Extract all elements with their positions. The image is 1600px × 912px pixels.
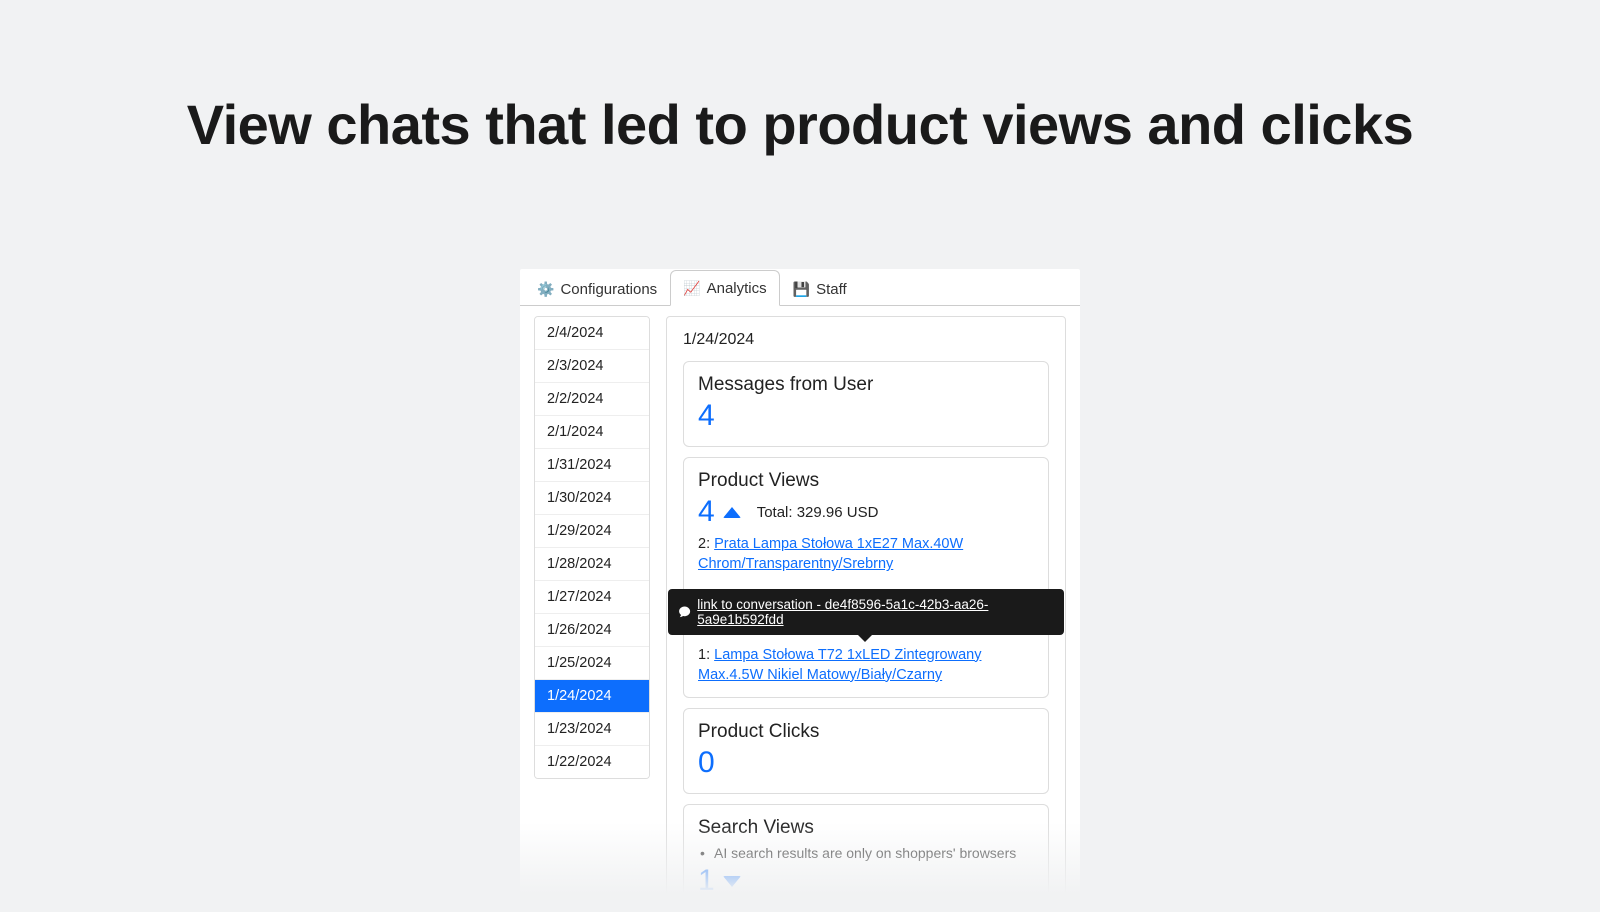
- page-heading: View chats that led to product views and…: [0, 0, 1600, 157]
- date-list: 2/4/20242/3/20242/2/20242/1/20241/31/202…: [534, 316, 650, 779]
- date-item[interactable]: 1/28/2024: [535, 548, 649, 581]
- card-search-views: Search Views AI search results are only …: [683, 804, 1049, 911]
- product-row: 2: Prata Lampa Stołowa 1xE27 Max.40W Chr…: [698, 534, 1034, 575]
- date-item[interactable]: 2/4/2024: [535, 317, 649, 350]
- tab-configurations[interactable]: ⚙️ Configurations: [524, 270, 670, 306]
- date-item[interactable]: 1/30/2024: [535, 482, 649, 515]
- date-item[interactable]: 1/23/2024: [535, 713, 649, 746]
- tab-staff[interactable]: 💾 Staff: [780, 270, 860, 306]
- messages-value: 4: [698, 398, 1034, 434]
- card-messages: Messages from User 4: [683, 361, 1049, 447]
- card-title: Product Clicks: [698, 721, 1034, 743]
- product-row: 1: Lampa Stołowa T72 1xLED Zintegrowany …: [698, 645, 1034, 686]
- date-item[interactable]: 1/27/2024: [535, 581, 649, 614]
- date-item[interactable]: 1/26/2024: [535, 614, 649, 647]
- date-item[interactable]: 2/3/2024: [535, 350, 649, 383]
- gear-icon: ⚙️: [537, 281, 554, 298]
- card-product-clicks: Product Clicks 0: [683, 708, 1049, 794]
- caret-down-icon[interactable]: [723, 876, 741, 887]
- analytics-app: ⚙️ Configurations 📈 Analytics 💾 Staff 2/…: [520, 269, 1080, 912]
- product-count: 1:: [698, 647, 714, 663]
- date-item[interactable]: 1/22/2024: [535, 746, 649, 778]
- date-item[interactable]: 1/31/2024: [535, 449, 649, 482]
- product-clicks-value: 0: [698, 745, 1034, 781]
- search-note: AI search results are only on shoppers' …: [714, 845, 1034, 861]
- product-link[interactable]: Lampa Stołowa T72 1xLED Zintegrowany Max…: [698, 647, 981, 683]
- detail-panel: 1/24/2024 Messages from User 4 Product V…: [666, 316, 1066, 912]
- tooltip-container: link to conversation - de4f8596-5a1c-42b…: [698, 589, 1034, 635]
- date-item[interactable]: 1/29/2024: [535, 515, 649, 548]
- chart-icon: 📈: [683, 280, 700, 297]
- product-link[interactable]: Prata Lampa Stołowa 1xE27 Max.40W Chrom/…: [698, 536, 963, 572]
- detail-date: 1/24/2024: [683, 331, 1049, 349]
- product-views-value: 4: [698, 494, 715, 530]
- card-title: Search Views: [698, 817, 1034, 839]
- product-views-total: Total: 329.96 USD: [757, 504, 879, 521]
- disk-icon: 💾: [793, 281, 810, 298]
- tooltip-text: link to conversation - de4f8596-5a1c-42b…: [697, 597, 1054, 627]
- card-title: Messages from User: [698, 374, 1034, 396]
- tab-bar: ⚙️ Configurations 📈 Analytics 💾 Staff: [520, 269, 1080, 306]
- date-item[interactable]: 2/1/2024: [535, 416, 649, 449]
- product-count: 2:: [698, 536, 714, 552]
- date-item[interactable]: 1/25/2024: [535, 647, 649, 680]
- date-item[interactable]: 2/2/2024: [535, 383, 649, 416]
- tab-analytics[interactable]: 📈 Analytics: [670, 270, 779, 306]
- card-title: Product Views: [698, 470, 1034, 492]
- conversation-link-tooltip[interactable]: link to conversation - de4f8596-5a1c-42b…: [668, 589, 1064, 635]
- tab-label: Configurations: [560, 281, 657, 298]
- tab-label: Analytics: [707, 280, 767, 297]
- card-product-views: Product Views 4 Total: 329.96 USD 2: Pra…: [683, 457, 1049, 698]
- search-views-value: 1: [698, 863, 715, 899]
- tab-label: Staff: [816, 281, 847, 298]
- chat-icon: [678, 605, 691, 619]
- date-item[interactable]: 1/24/2024: [535, 680, 649, 713]
- caret-up-icon[interactable]: [723, 507, 741, 518]
